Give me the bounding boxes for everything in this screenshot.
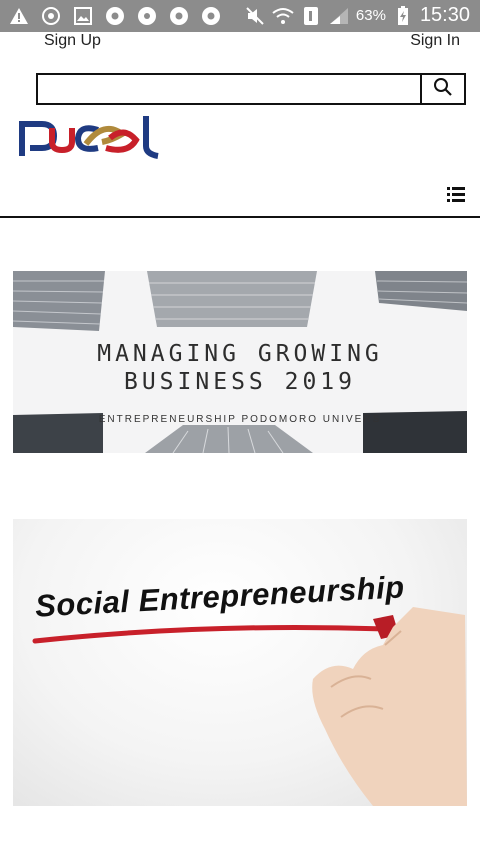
sim-icon — [300, 5, 322, 27]
mute-icon — [244, 5, 266, 27]
site-logo[interactable] — [18, 110, 168, 168]
status-bar: 63% 15:30 — [0, 0, 480, 32]
banner-title-line1: MANAGING GROWING — [97, 341, 383, 367]
banner-title-line2: BUSINESS 2019 — [123, 369, 356, 395]
list-menu-icon — [444, 187, 468, 210]
warning-icon — [8, 5, 30, 27]
search-icon — [433, 77, 453, 102]
battery-charging-icon — [392, 5, 414, 27]
chrome-icon — [168, 5, 190, 27]
settings-icon — [136, 5, 158, 27]
search-input[interactable] — [38, 75, 422, 103]
battery-percent: 63% — [355, 7, 386, 24]
menu-button[interactable] — [444, 182, 468, 206]
search-bar — [36, 73, 466, 105]
search-button[interactable] — [422, 75, 464, 103]
banner-social-entrepreneurship[interactable]: Social Entrepreneurship — [13, 519, 467, 806]
sync-icon — [40, 5, 62, 27]
sign-in-link[interactable]: Sign In — [410, 32, 460, 50]
header-divider — [0, 216, 480, 218]
banner-subtitle: ENTREPRENEURSHIP PODOMORO UNIVERS — [98, 414, 382, 425]
image-icon — [72, 5, 94, 27]
signal-icon — [328, 5, 350, 27]
sign-up-link[interactable]: Sign Up — [44, 32, 101, 50]
banner-managing-growing-business[interactable]: MANAGING GROWING BUSINESS 2019 ENTREPREN… — [13, 271, 467, 453]
hand-with-marker-graphic — [32, 607, 467, 806]
wifi-icon — [272, 5, 294, 27]
chrome-icon — [200, 5, 222, 27]
chrome-icon — [104, 5, 126, 27]
clock: 15:30 — [419, 4, 470, 26]
